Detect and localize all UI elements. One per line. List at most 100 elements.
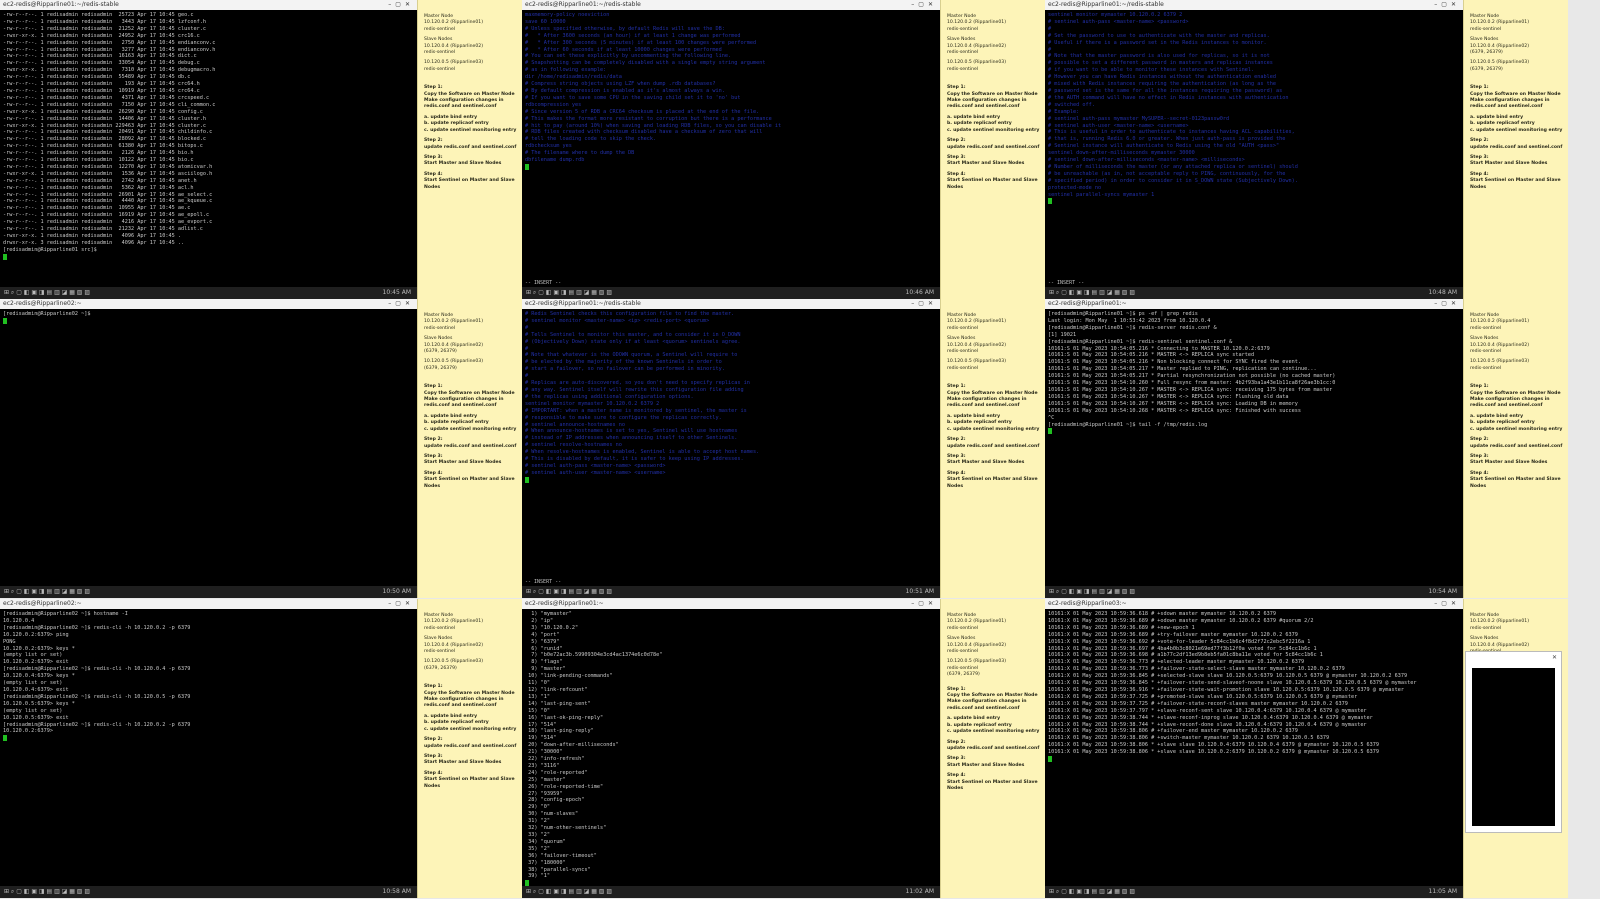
sticky-notes-panel[interactable]: Master Node 10.120.0.2 (Ripparline01) redi… xyxy=(1463,299,1568,598)
windows-taskbar[interactable]: ⊞ ⌕ ▢ ◧ ▣ ◨ ▤ ▥ ◪ ▦ ▧ ▨ 10:48 AM xyxy=(1045,287,1463,299)
sticky-notes-panel[interactable]: Master Node 10.120.0.2 (Ripparline01) redi… xyxy=(1463,0,1568,299)
sticky-notes-panel[interactable]: Master Node 10.120.0.2 (Ripparline01) redi… xyxy=(940,0,1045,299)
window-controls[interactable]: –▢✕ xyxy=(911,299,937,309)
terminal-line: 10161:X 01 May 2023 10:59:36.689 # +try-… xyxy=(1048,631,1298,638)
taskbar-app-icons[interactable]: ⊞ ⌕ ▢ ◧ ▣ ◨ ▤ ▥ ◪ ▦ ▧ ▨ xyxy=(1049,289,1135,296)
terminal-titlebar[interactable]: ec2-redis@Ripparline02:~ –▢✕ xyxy=(0,599,417,609)
taskbar-app-icons[interactable]: ⊞ ⌕ ▢ ◧ ▣ ◨ ▤ ▥ ◪ ▦ ▧ ▨ xyxy=(4,888,90,895)
terminal-line: 32) "num-other-sentinels" xyxy=(525,825,607,832)
terminal-line: (empty list or set) xyxy=(3,680,63,687)
terminal-line: 10.120.0.5:6379> exit xyxy=(3,714,69,721)
terminal-line: [1] 19021 xyxy=(1048,331,1077,338)
terminal-line: [redisadmin@Ripparline01 ~]$ ps -ef | gr… xyxy=(1048,311,1198,317)
terminal-window-left[interactable]: ec2-redis@Ripparline02:~ –▢✕ [redisadmin@R… xyxy=(0,599,417,898)
note-line: Nodes xyxy=(424,783,441,789)
terminal-line: PONG xyxy=(3,638,16,645)
windows-taskbar[interactable]: ⊞ ⌕ ▢ ◧ ▣ ◨ ▤ ▥ ◪ ▦ ▧ ▨ 10:46 AM xyxy=(522,287,940,299)
terminal-line: save 60 10000 xyxy=(525,18,566,25)
terminal-output[interactable]: [redisadmin@Ripparline02 ~]$ hostname -I… xyxy=(0,609,417,886)
terminal-titlebar[interactable]: ec2-redis@Ripparline03:~ –▢✕ xyxy=(1045,599,1463,609)
terminal-line: # xyxy=(1048,25,1052,32)
window-controls[interactable]: –▢✕ xyxy=(1434,599,1460,609)
terminal-output[interactable]: maxmemory-policy noeviction save 60 10000… xyxy=(522,10,940,287)
sticky-notes-panel[interactable]: Master Node 10.120.0.2 (Ripparline01) redi… xyxy=(417,299,522,598)
terminal-line: 10161:S 01 May 2023 10:54:10.260 * Full … xyxy=(1048,380,1336,387)
terminal-line: 10161:X 01 May 2023 10:59:38.806 * +slav… xyxy=(1048,749,1380,756)
terminal-titlebar[interactable]: ec2-redis@Ripparline02:~ –▢✕ xyxy=(0,299,417,309)
terminal-line: # sentinel auth-pass mymaster MySUPER--s… xyxy=(1048,115,1230,122)
sticky-notes-panel[interactable]: Master Node 10.120.0.2 (Ripparline01) redi… xyxy=(417,0,522,299)
sticky-notes-panel[interactable]: Master Node 10.120.0.2 (Ripparline01) redi… xyxy=(417,599,522,898)
terminal-window-left[interactable]: ec2-redis@Ripparline02:~ –▢✕ [redisadmin@R… xyxy=(0,299,417,598)
terminal-titlebar[interactable]: ec2-redis@Ripparline01:~/redis-stable –▢✕ xyxy=(522,299,940,309)
terminal-window-right[interactable]: ec2-redis@Ripparline01:~/redis-stable –▢✕… xyxy=(1045,0,1463,299)
terminal-line: 10.120.0.2:6379> exit xyxy=(3,659,69,666)
terminal-line: # * After 300 seconds (5 minutes) if at … xyxy=(525,39,757,46)
windows-taskbar[interactable]: ⊞ ⌕ ▢ ◧ ▣ ◨ ▤ ▥ ◪ ▦ ▧ ▨ 10:45 AM xyxy=(0,287,417,299)
taskbar-app-icons[interactable]: ⊞ ⌕ ▢ ◧ ▣ ◨ ▤ ▥ ◪ ▦ ▧ ▨ xyxy=(1049,588,1135,595)
taskbar-app-icons[interactable]: ⊞ ⌕ ▢ ◧ ▣ ◨ ▤ ▥ ◪ ▦ ▧ ▨ xyxy=(526,588,612,595)
terminal-output[interactable]: -rw-r--r--. 1 redisadmin redisadmin 2572… xyxy=(0,10,417,287)
window-controls[interactable]: –▢✕ xyxy=(388,599,414,609)
close-icon[interactable]: ✕ xyxy=(1552,654,1557,661)
windows-taskbar[interactable]: ⊞ ⌕ ▢ ◧ ▣ ◨ ▤ ▥ ◪ ▦ ▧ ▨ 11:02 AM xyxy=(522,886,940,898)
taskbar-app-icons[interactable]: ⊞ ⌕ ▢ ◧ ▣ ◨ ▤ ▥ ◪ ▦ ▧ ▨ xyxy=(526,289,612,296)
taskbar-app-icons[interactable]: ⊞ ⌕ ▢ ◧ ▣ ◨ ▤ ▥ ◪ ▦ ▧ ▨ xyxy=(1049,888,1135,895)
terminal-titlebar[interactable]: ec2-redis@Ripparline01:~/redis-stable –▢✕ xyxy=(0,0,417,10)
windows-taskbar[interactable]: ⊞ ⌕ ▢ ◧ ▣ ◨ ▤ ▥ ◪ ▦ ▧ ▨ 10:50 AM xyxy=(0,586,417,598)
terminal-line: rdbchecksum yes xyxy=(525,143,572,150)
windows-taskbar[interactable]: ⊞ ⌕ ▢ ◧ ▣ ◨ ▤ ▥ ◪ ▦ ▧ ▨ 11:05 AM xyxy=(1045,886,1463,898)
terminal-line: # Note that the master password is also … xyxy=(1048,53,1270,60)
terminal-output[interactable]: sentinel monitor mymaster 10.120.0.2 637… xyxy=(1045,10,1463,287)
window-controls[interactable]: –▢✕ xyxy=(388,0,414,10)
terminal-line: [redisadmin@Ripparline02 ~]$ hostname -I xyxy=(3,611,128,617)
terminal-window-right[interactable]: ec2-redis@Ripparline03:~ –▢✕ 10161:X 01 Ma… xyxy=(1045,599,1463,898)
sticky-notes-panel[interactable]: Master Node 10.120.0.2 (Ripparline01) redi… xyxy=(940,299,1045,598)
window-controls[interactable]: –▢✕ xyxy=(388,299,414,309)
window-controls[interactable]: –▢✕ xyxy=(911,0,937,10)
terminal-line: 10161:X 01 May 2023 10:59:36.773 # +fail… xyxy=(1048,666,1345,673)
window-controls[interactable]: –▢✕ xyxy=(1434,0,1460,10)
terminal-window-right[interactable]: ec2-redis@Ripparline01:~ –▢✕ [redisadmin@R… xyxy=(1045,299,1463,598)
popup-terminal-body xyxy=(1472,668,1555,826)
terminal-window-center[interactable]: ec2-redis@Ripparline01:~/redis-stable –▢✕… xyxy=(522,0,940,299)
terminal-line: protected-mode no xyxy=(1048,184,1102,191)
note-line: c. update sentinel monitoring entry xyxy=(1470,426,1563,432)
window-controls[interactable]: –▢✕ xyxy=(1434,299,1460,309)
terminal-line: 10161:X 01 May 2023 10:59:36.618 # +sdow… xyxy=(1048,611,1276,617)
taskbar-app-icons[interactable]: ⊞ ⌕ ▢ ◧ ▣ ◨ ▤ ▥ ◪ ▦ ▧ ▨ xyxy=(4,588,90,595)
terminal-window-center[interactable]: ec2-redis@Ripparline01:~ –▢✕ 1) "mymaster… xyxy=(522,599,940,898)
terminal-output[interactable]: [redisadmin@Ripparline01 ~]$ ps -ef | gr… xyxy=(1045,309,1463,586)
sticky-notes-panel[interactable]: Master Node 10.120.0.2 (Ripparline01) redi… xyxy=(940,599,1045,898)
terminal-titlebar[interactable]: ec2-redis@Ripparline01:~/redis-stable –▢✕ xyxy=(522,0,940,10)
text-cursor xyxy=(3,317,7,324)
windows-taskbar[interactable]: ⊞ ⌕ ▢ ◧ ▣ ◨ ▤ ▥ ◪ ▦ ▧ ▨ 10:51 AM xyxy=(522,586,940,598)
taskbar-app-icons[interactable]: ⊞ ⌕ ▢ ◧ ▣ ◨ ▤ ▥ ◪ ▦ ▧ ▨ xyxy=(526,888,612,895)
window-controls[interactable]: –▢✕ xyxy=(911,599,937,609)
terminal-window-left[interactable]: ec2-redis@Ripparline01:~/redis-stable –▢✕… xyxy=(0,0,417,299)
terminal-line: 10161:S 01 May 2023 10:54:05.217 * Parti… xyxy=(1048,373,1336,380)
windows-taskbar[interactable]: ⊞ ⌕ ▢ ◧ ▣ ◨ ▤ ▥ ◪ ▦ ▧ ▨ 10:58 AM xyxy=(0,886,417,898)
terminal-line: -rw-r--r--. 1 redisadmin redisadmin 6138… xyxy=(3,143,203,150)
terminal-output[interactable]: 1) "mymaster" 2) "ip" 3) "10.120.0.2" 4)… xyxy=(522,609,940,886)
note-line: Nodes xyxy=(947,184,964,190)
terminal-window-center[interactable]: ec2-redis@Ripparline01:~/redis-stable –▢✕… xyxy=(522,299,940,598)
taskbar-app-icons[interactable]: ⊞ ⌕ ▢ ◧ ▣ ◨ ▤ ▥ ◪ ▦ ▧ ▨ xyxy=(4,289,90,296)
taskbar-clock: 10:51 AM xyxy=(905,588,934,595)
terminal-output[interactable]: # Redis Sentinel checks this configurati… xyxy=(522,309,940,586)
terminal-line: # sentinel auth-pass <master-name> <pass… xyxy=(525,462,666,469)
terminal-output[interactable]: [redisadmin@Ripparline02 ~]$ xyxy=(0,309,417,586)
windows-taskbar[interactable]: ⊞ ⌕ ▢ ◧ ▣ ◨ ▤ ▥ ◪ ▦ ▧ ▨ 10:54 AM xyxy=(1045,586,1463,598)
terminal-titlebar[interactable]: ec2-redis@Ripparline01:~/redis-stable –▢✕ xyxy=(1045,0,1463,10)
terminal-output[interactable]: 10161:X 01 May 2023 10:59:36.618 # +sdow… xyxy=(1045,609,1463,886)
terminal-line: 10161:X 01 May 2023 10:59:37.725 # +fail… xyxy=(1048,700,1348,707)
terminal-titlebar[interactable]: ec2-redis@Ripparline01:~ –▢✕ xyxy=(1045,299,1463,309)
terminal-line: -rw-r--r--. 1 redisadmin redisadmin 2742… xyxy=(3,177,197,184)
vim-statusline: -- INSERT -- xyxy=(1048,280,1085,286)
terminal-titlebar[interactable]: ec2-redis@Ripparline01:~ –▢✕ xyxy=(522,599,940,609)
floating-terminal-popup[interactable]: ✕ xyxy=(1465,651,1562,833)
terminal-line: # If you want to save some CPU in the sa… xyxy=(525,94,741,101)
terminal-line: # the replicas using additional configur… xyxy=(525,393,694,400)
taskbar-clock: 11:05 AM xyxy=(1428,888,1457,895)
terminal-line: 10161:X 01 May 2023 10:59:36.689 # +new-… xyxy=(1048,624,1195,631)
